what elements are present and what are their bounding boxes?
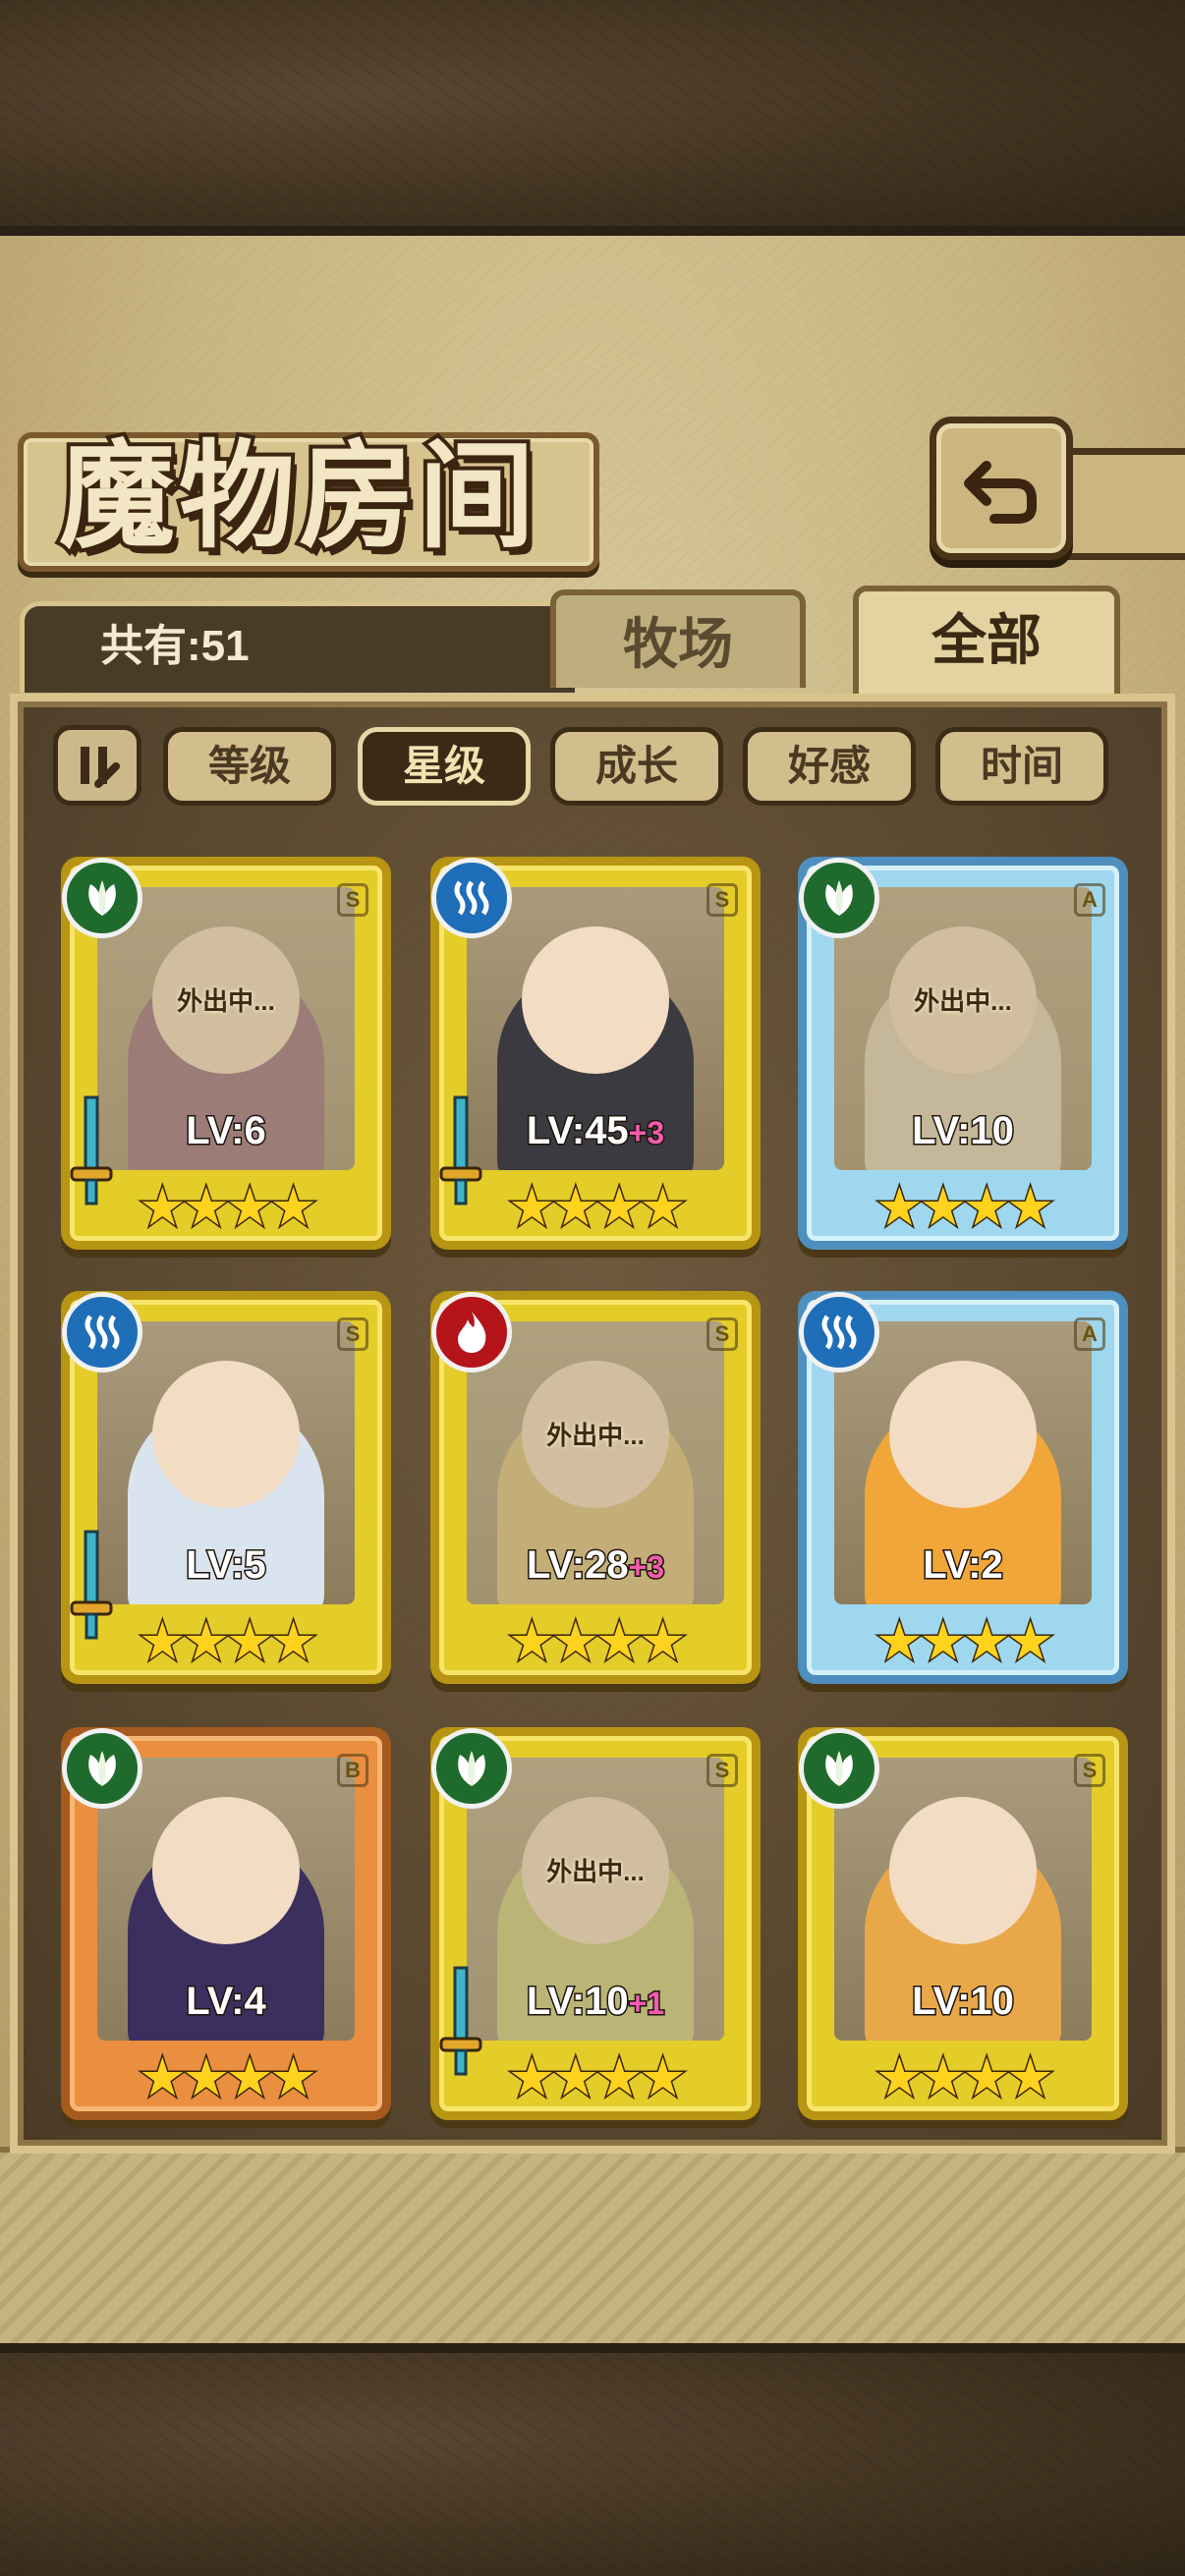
element-badge [62,858,142,938]
star-rating: ★★★★ [138,2046,319,2108]
rank-badge: S [706,1317,738,1351]
monster-card[interactable]: S LV:45+3 ★★★★ [430,857,761,1250]
monster-card[interactable]: 外出中... S LV:6 ★★★★ [61,857,391,1250]
level-value: LV:2 [922,1542,1004,1589]
leaf-element-icon [825,880,853,916]
star-rating: ★★★★ [875,1176,1056,1238]
star-rating: ★★★★ [875,1610,1056,1672]
away-status: 外出中... [914,986,1012,1016]
star-rating: ★★★★ [507,1176,689,1238]
level-value: LV:6 [185,1108,267,1154]
tab-farm[interactable]: 牧场 [550,589,806,688]
element-badge [431,858,512,938]
sword-icon [70,1095,113,1205]
sword-icon [439,1095,482,1205]
level-value: LV:10 [525,1979,630,2025]
element-badge [62,1292,142,1372]
element-badge [431,1728,512,1809]
monster-card[interactable]: A LV:2 ★★★★ [798,1291,1128,1684]
monster-card[interactable]: S LV:10 ★★★★ [798,1727,1128,2120]
page-title: 魔物房间 [55,423,539,568]
map-background-bottom [0,2343,1185,2576]
monster-level: LV:28+3 [439,1542,752,1589]
element-badge [62,1728,142,1809]
water-element-icon [821,1315,857,1350]
star-rating: ★★★★ [507,1610,689,1672]
star-rating: ★★★★ [138,1176,319,1238]
monster-level: LV:2 [807,1542,1119,1589]
sort-by-time-button[interactable]: 时间 [935,727,1108,806]
level-value: LV:45 [525,1108,630,1154]
sort-by-growth-button[interactable]: 成长 [550,727,723,806]
away-status: 外出中... [177,986,275,1016]
leaf-element-icon [88,880,116,916]
monster-level: LV:4 [70,1979,382,2025]
monster-count: 共有:51 [100,622,250,670]
level-value: LV:10 [911,1108,1016,1154]
rank-badge: A [1074,883,1105,917]
monster-card[interactable]: 外出中... S LV:10+1 ★★★★ [430,1727,761,2120]
monster-level: LV:5 [70,1542,382,1589]
fire-element-icon [458,1312,486,1353]
map-background-top [0,0,1185,236]
leaf-element-icon [88,1751,116,1786]
rank-badge: S [706,1754,738,1787]
star-rating: ★★★★ [875,2046,1056,2108]
monster-level: LV:10+1 [439,1979,752,2025]
element-badge [799,858,879,938]
sort-by-level-button[interactable]: 等级 [163,727,336,806]
rank-badge: B [337,1754,368,1787]
rank-badge: S [706,883,738,917]
sort-by-star-button[interactable]: 星级 [358,727,531,806]
rank-badge: S [1074,1754,1105,1787]
level-value: LV:5 [185,1542,267,1589]
leaf-element-icon [825,1751,853,1786]
rank-badge: A [1074,1317,1105,1351]
monster-card[interactable]: 外出中... S LV:28+3 ★★★★ [430,1291,761,1684]
monster-level: LV:6 [70,1108,382,1154]
star-rating: ★★★★ [507,2046,689,2108]
away-status: 外出中... [546,1857,645,1886]
tab-all[interactable]: 全部 [853,586,1120,694]
monster-card[interactable]: B LV:4 ★★★★ [61,1727,391,2120]
element-badge [431,1292,512,1372]
sort-order-icon [81,747,120,788]
monster-level: LV:45+3 [439,1108,752,1154]
sort-by-affinity-button[interactable]: 好感 [743,727,916,806]
back-arrow-icon [964,461,1037,524]
board-bottom-edge [0,2147,1185,2349]
away-status: 外出中... [546,1421,645,1450]
rank-badge: S [337,883,368,917]
back-button[interactable] [930,417,1073,560]
level-bonus: +1 [627,1985,666,2023]
water-element-icon [85,1315,120,1350]
monster-card[interactable]: 外出中... A LV:10 ★★★★ [798,857,1128,1250]
level-bonus: +3 [627,1548,666,1587]
level-value: LV:10 [911,1979,1016,2025]
leaf-element-icon [458,1751,485,1786]
sword-icon [70,1530,113,1640]
sword-icon [439,1966,482,2076]
monster-level: LV:10 [807,1979,1119,2025]
water-element-icon [454,880,489,916]
element-badge [799,1292,879,1372]
level-value: LV:28 [525,1542,630,1589]
star-rating: ★★★★ [138,1610,319,1672]
monster-card[interactable]: S LV:5 ★★★★ [61,1291,391,1684]
level-value: LV:4 [185,1979,267,2025]
rank-badge: S [337,1317,368,1351]
sort-order-toggle[interactable] [53,725,141,806]
element-badge [799,1728,879,1809]
monster-level: LV:10 [807,1108,1119,1154]
level-bonus: +3 [627,1114,666,1152]
back-button-rail [1059,448,1185,560]
